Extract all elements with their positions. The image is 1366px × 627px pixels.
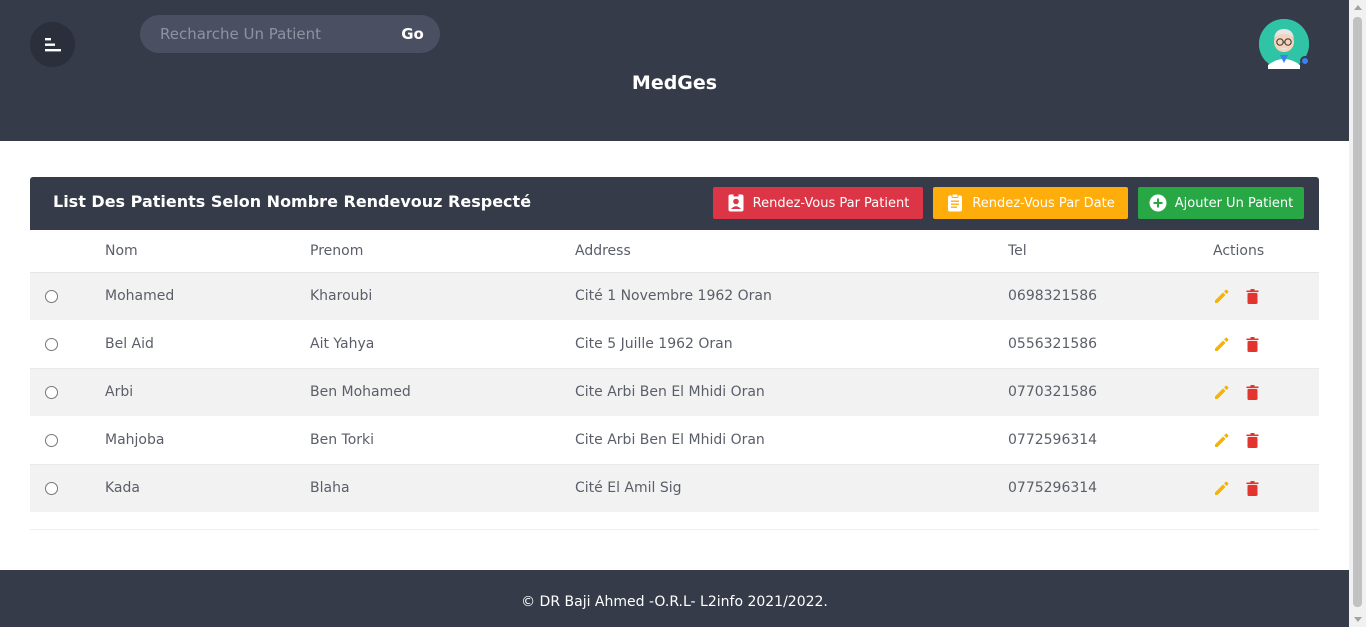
cell-address: Cite Arbi Ben El Mhidi Oran — [575, 368, 1008, 417]
row-select-radio[interactable] — [45, 337, 58, 351]
cell-tel: 0772596314 — [1008, 415, 1213, 465]
cell-nom: Bel Aid — [105, 319, 310, 369]
cell-prenom: Kharoubi — [310, 272, 575, 321]
page: Go MedGes List Des Patients Selon Nombre… — [0, 0, 1349, 627]
cell-prenom: Ben Torki — [310, 415, 575, 465]
trash-icon[interactable] — [1244, 432, 1261, 449]
cell-tel: 0770321586 — [1008, 368, 1213, 417]
column-header-prenom: Prenom — [310, 230, 575, 273]
vertical-scrollbar[interactable] — [1349, 0, 1366, 627]
trash-icon[interactable] — [1244, 384, 1261, 401]
cell-prenom: Ben Mohamed — [310, 368, 575, 417]
cell-tel: 0775296314 — [1008, 464, 1213, 513]
cell-nom: Kada — [105, 464, 310, 513]
pencil-icon[interactable] — [1213, 288, 1230, 305]
card-header: List Des Patients Selon Nombre Rendevouz… — [30, 177, 1319, 230]
add-patient-button[interactable]: Ajouter Un Patient — [1138, 187, 1304, 219]
cell-tel: 0556321586 — [1008, 319, 1213, 369]
patients-card: List Des Patients Selon Nombre Rendevouz… — [30, 177, 1319, 530]
cell-prenom: Blaha — [310, 464, 575, 513]
table-row: Mohamed Kharoubi Cité 1 Novembre 1962 Or… — [30, 272, 1319, 321]
row-select-radio[interactable] — [45, 433, 58, 447]
trash-icon[interactable] — [1244, 288, 1261, 305]
row-select-radio[interactable] — [45, 481, 58, 495]
cell-address: Cite Arbi Ben El Mhidi Oran — [575, 415, 1008, 465]
pencil-icon[interactable] — [1213, 432, 1230, 449]
scrollbar-thumb[interactable] — [1353, 17, 1362, 607]
table-row: Arbi Ben Mohamed Cite Arbi Ben El Mhidi … — [30, 368, 1319, 417]
cell-nom: Mahjoba — [105, 415, 310, 465]
search-go-button[interactable]: Go — [385, 15, 440, 53]
search-bar: Go — [140, 15, 440, 53]
cell-nom: Mohamed — [105, 272, 310, 321]
footer: © DR Baji Ahmed -O.R.L- L2info 2021/2022… — [0, 570, 1349, 627]
appointments-by-patient-button[interactable]: Rendez-Vous Par Patient — [713, 187, 923, 219]
footer-copyright: © DR Baji Ahmed -O.R.L- L2info 2021/2022… — [521, 594, 828, 610]
row-select-radio[interactable] — [45, 385, 58, 399]
header: Go MedGes — [0, 0, 1349, 141]
cell-nom: Arbi — [105, 368, 310, 417]
menu-icon — [44, 37, 61, 51]
patients-table: Nom Prenom Address Tel Actions Mohamed K… — [30, 230, 1319, 513]
user-badge-icon — [728, 194, 744, 212]
cell-address: Cité 1 Novembre 1962 Oran — [575, 272, 1008, 321]
user-avatar[interactable] — [1259, 19, 1310, 69]
table-row: Bel Aid Ait Yahya Cite 5 Juille 1962 Ora… — [30, 319, 1319, 369]
column-header-actions: Actions — [1213, 230, 1319, 273]
column-header-nom: Nom — [105, 230, 310, 273]
table-row: Mahjoba Ben Torki Cite Arbi Ben El Mhidi… — [30, 415, 1319, 465]
clipboard-icon — [948, 194, 963, 212]
appointments-by-date-label: Rendez-Vous Par Date — [972, 195, 1115, 211]
column-header-tel: Tel — [1008, 230, 1213, 273]
trash-icon[interactable] — [1244, 336, 1261, 353]
pencil-icon[interactable] — [1213, 384, 1230, 401]
column-header-address: Address — [575, 230, 1008, 273]
cell-prenom: Ait Yahya — [310, 319, 575, 369]
online-status-dot — [1300, 56, 1310, 66]
menu-button[interactable] — [30, 22, 75, 67]
plus-circle-icon — [1149, 194, 1167, 212]
add-patient-label: Ajouter Un Patient — [1174, 195, 1294, 211]
row-select-radio[interactable] — [45, 289, 58, 303]
search-input[interactable] — [140, 15, 385, 53]
appointments-by-patient-label: Rendez-Vous Par Patient — [752, 195, 910, 211]
cell-address: Cite 5 Juille 1962 Oran — [575, 319, 1008, 369]
trash-icon[interactable] — [1244, 480, 1261, 497]
scroll-down-arrow-icon[interactable] — [1354, 617, 1362, 622]
pencil-icon[interactable] — [1213, 336, 1230, 353]
table-header-row: Nom Prenom Address Tel Actions — [30, 230, 1319, 273]
app-brand: MedGes — [631, 72, 718, 94]
table-row: Kada Blaha Cité El Amil Sig 0775296314 — [30, 464, 1319, 513]
appointments-by-date-button[interactable]: Rendez-Vous Par Date — [933, 187, 1128, 219]
column-header-select — [30, 230, 105, 273]
cell-tel: 0698321586 — [1008, 272, 1213, 321]
scroll-up-arrow-icon[interactable] — [1354, 5, 1362, 10]
cell-address: Cité El Amil Sig — [575, 464, 1008, 513]
card-title: List Des Patients Selon Nombre Rendevouz… — [53, 192, 532, 211]
pencil-icon[interactable] — [1213, 480, 1230, 497]
